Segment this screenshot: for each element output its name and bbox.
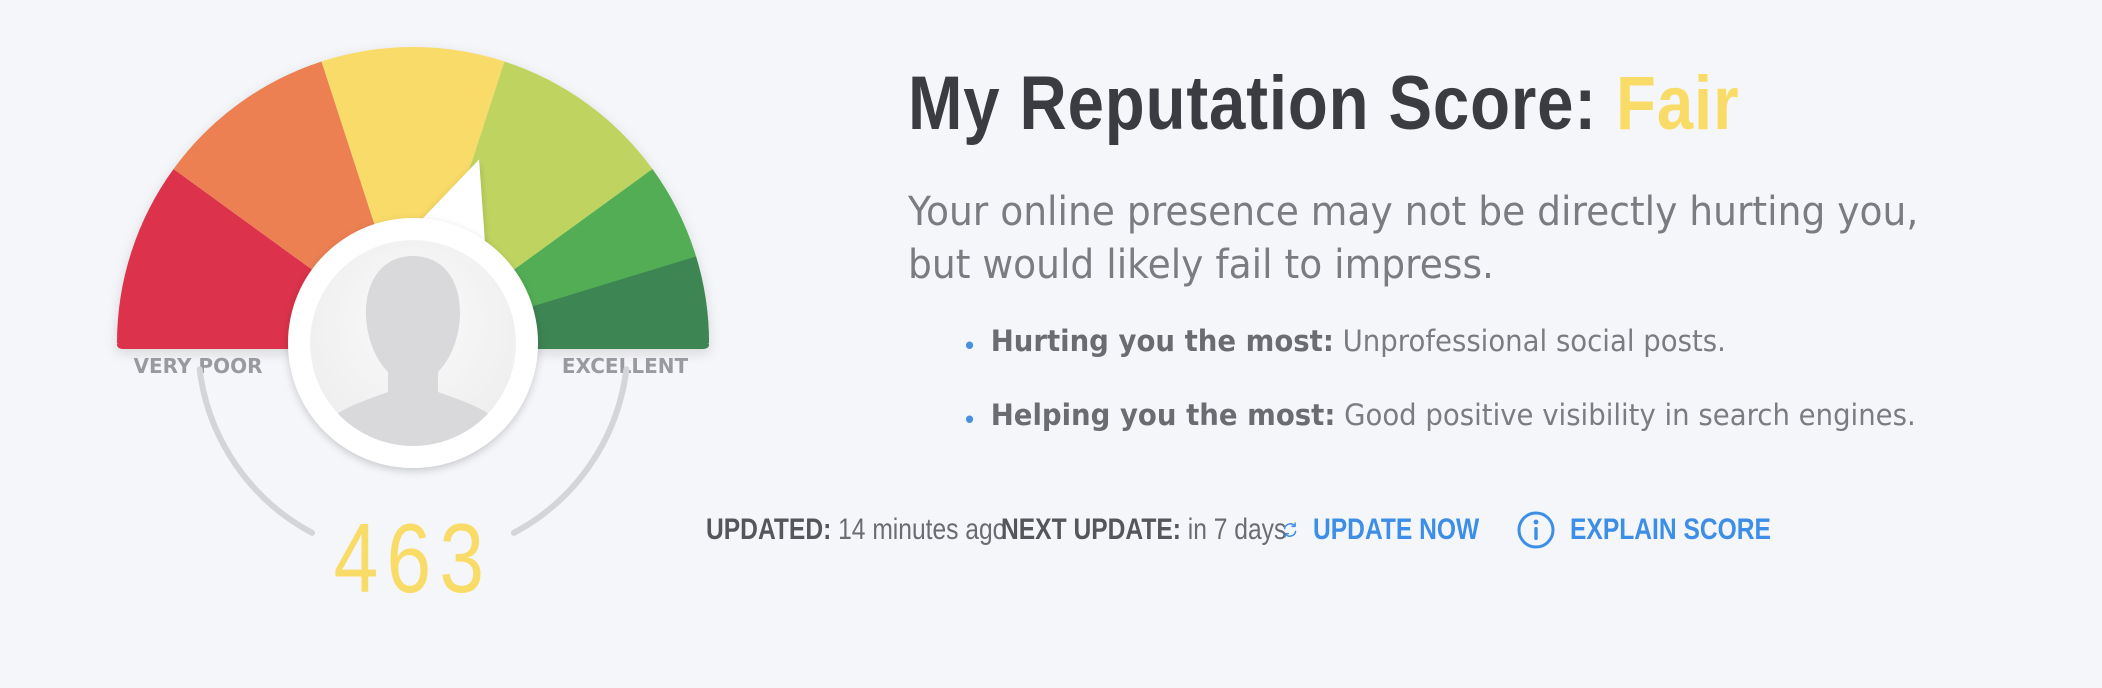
score-value: 463 [334,503,493,612]
next-update-label: NEXT UPDATE: [1001,513,1181,546]
next-update-value: in 7 days [1187,513,1287,546]
gauge-segment [117,341,308,349]
list-item: • Hurting you the most: Unprofessional s… [962,324,1916,398]
list-item: • Helping you the most: Good positive vi… [962,398,1916,472]
insights-list: • Hurting you the most: Unprofessional s… [962,324,1966,472]
bullet-icon: • [962,406,977,436]
status-bar: UPDATED: 14 minutes ago NEXT UPDATE: in … [706,504,1815,556]
insight-text: Good positive visibility in search engin… [1344,398,1916,432]
title-prefix: My Reputation Score: [908,61,1598,146]
next-update: NEXT UPDATE: in 7 days [1001,513,1286,547]
info-icon [1517,511,1555,549]
update-now-button[interactable]: UPDATE NOW [1281,510,1516,550]
insight-label: Helping you the most: [990,398,1336,432]
update-now-label: UPDATE NOW [1313,513,1480,546]
score-rating: Fair [1616,61,1740,146]
reputation-gauge: VERY POOR EXCELLENT 463 [117,47,709,613]
last-updated: UPDATED: 14 minutes ago [706,513,1006,547]
score-description: Your online presence may not be directly… [908,189,1919,288]
insight-text: Unprofessional social posts. [1342,324,1726,358]
updated-label: UPDATED: [706,513,832,546]
bullet-icon: • [962,332,977,362]
gauge-segment [518,341,709,349]
explain-score-button[interactable]: EXPLAIN SCORE [1516,510,1815,550]
updated-value: 14 minutes ago [838,513,1007,546]
explain-score-label: EXPLAIN SCORE [1570,513,1771,546]
insight-label: Hurting you the most: [990,324,1334,358]
page-title: My Reputation Score: Fair [908,60,1739,148]
